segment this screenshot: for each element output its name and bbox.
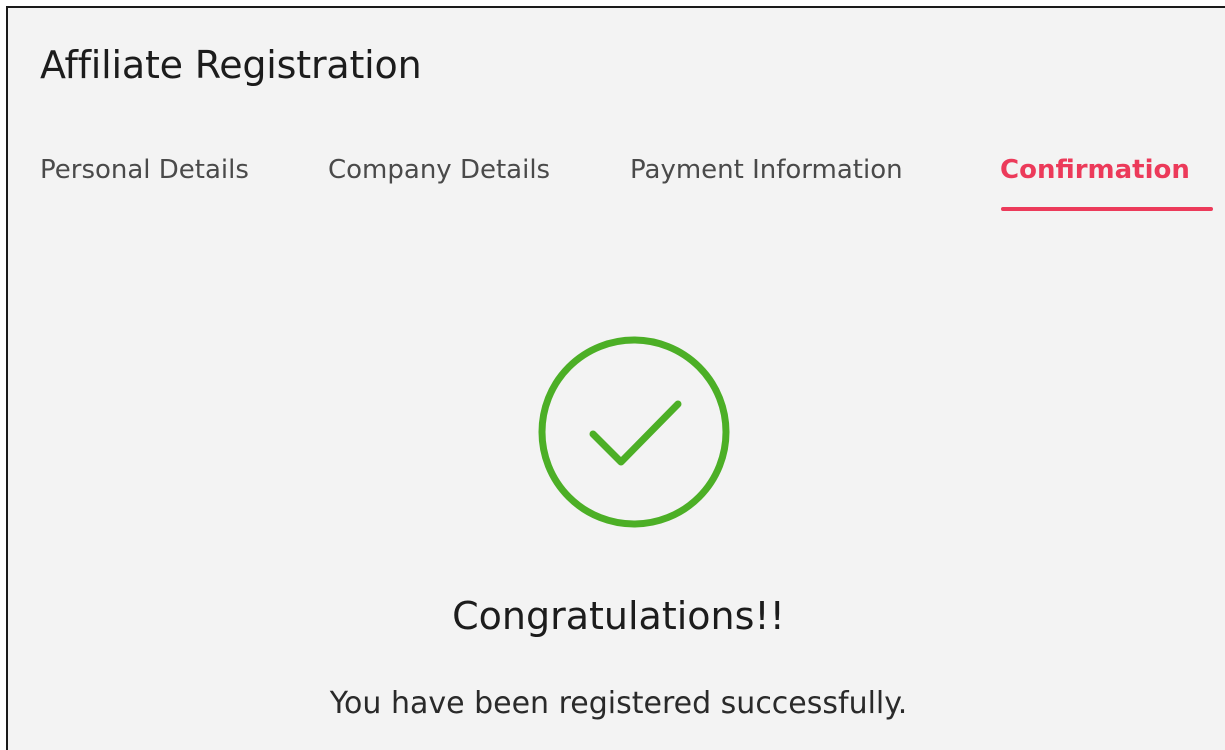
tab-payment-information[interactable]: Payment Information bbox=[630, 152, 903, 188]
success-headline: Congratulations!! bbox=[452, 594, 785, 638]
active-tab-indicator bbox=[1001, 207, 1213, 211]
check-circle-icon bbox=[536, 334, 732, 530]
tab-company-details[interactable]: Company Details bbox=[328, 152, 550, 188]
tab-personal-details[interactable]: Personal Details bbox=[40, 152, 249, 188]
page-title: Affiliate Registration bbox=[40, 43, 422, 87]
registration-panel: Affiliate Registration Personal Details … bbox=[6, 6, 1225, 750]
step-tabs: Personal Details Company Details Payment… bbox=[40, 152, 1225, 212]
tab-confirmation[interactable]: Confirmation bbox=[1000, 152, 1190, 188]
success-message: You have been registered successfully. bbox=[329, 686, 908, 721]
